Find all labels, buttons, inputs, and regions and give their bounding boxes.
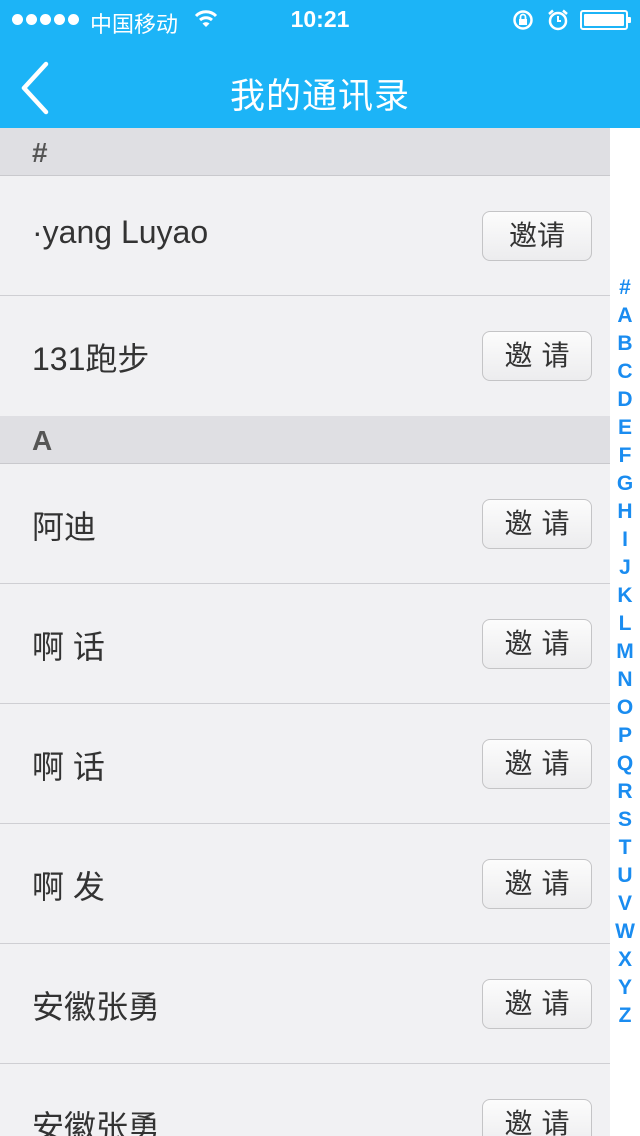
index-letter[interactable]: O (610, 694, 640, 722)
index-letter[interactable]: R (610, 778, 640, 806)
index-letter[interactable]: M (610, 638, 640, 666)
index-letter[interactable]: T (610, 834, 640, 862)
contact-row[interactable]: 啊 话 邀 请 (0, 584, 610, 704)
contact-row[interactable]: 阿迪 邀 请 (0, 464, 610, 584)
contact-name: 阿迪 (32, 509, 97, 545)
index-letter[interactable]: Z (610, 1002, 640, 1030)
alarm-icon (548, 9, 568, 31)
contact-name: 啊 话 (32, 629, 105, 665)
invite-button[interactable]: 邀 请 (482, 859, 592, 909)
index-letter[interactable]: S (610, 806, 640, 834)
index-letter[interactable]: K (610, 582, 640, 610)
index-letter-list[interactable]: # A B C D E F G H I J K L M N O P Q R S T U V W X Y Z (610, 274, 640, 1030)
index-letter[interactable]: # (610, 274, 640, 302)
index-letter[interactable]: C (610, 358, 640, 386)
index-letter[interactable]: F (610, 442, 640, 470)
status-bar: 中国移动 10:21 (0, 0, 640, 40)
invite-button[interactable]: 邀 请 (482, 619, 592, 669)
index-letter[interactable]: L (610, 610, 640, 638)
index-letter[interactable]: Y (610, 974, 640, 1002)
contact-row[interactable]: ·yang Luyao 邀请 (0, 176, 610, 296)
contact-row[interactable]: 131跑步 邀 请 (0, 296, 610, 416)
contact-list[interactable]: # ·yang Luyao 邀请 131跑步 邀 请 A 阿迪 邀 请 啊 话 … (0, 128, 610, 1136)
invite-button[interactable]: 邀 请 (482, 331, 592, 381)
contact-name: 啊 话 (32, 749, 105, 785)
index-letter[interactable]: X (610, 946, 640, 974)
contact-name: 安徽张勇 (32, 1109, 161, 1136)
index-letter[interactable]: I (610, 526, 640, 554)
index-letter[interactable]: J (610, 554, 640, 582)
contact-name: ·yang Luyao (32, 214, 209, 250)
invite-button[interactable]: 邀 请 (482, 1099, 592, 1136)
index-letter[interactable]: A (610, 302, 640, 330)
index-letter[interactable]: D (610, 386, 640, 414)
index-letter[interactable]: H (610, 498, 640, 526)
nav-bar: 中国移动 10:21 我的通讯录 (0, 0, 640, 128)
contact-row[interactable]: 啊 话 邀 请 (0, 704, 610, 824)
rotation-lock-icon (513, 10, 533, 30)
contact-name: 安徽张勇 (32, 989, 161, 1025)
section-header-a: A (0, 416, 610, 464)
contact-name: 啊 发 (32, 869, 105, 905)
status-time: 10:21 (290, 6, 350, 32)
contact-name: 131跑步 (32, 341, 150, 377)
alphabet-index-bar[interactable]: # A B C D E F G H I J K L M N O P Q R S T U V W X Y Z (610, 128, 640, 1136)
index-letter[interactable]: B (610, 330, 640, 358)
invite-button[interactable]: 邀 请 (482, 499, 592, 549)
section-header-hash: # (0, 128, 610, 176)
index-letter[interactable]: G (610, 470, 640, 498)
invite-button[interactable]: 邀 请 (482, 979, 592, 1029)
index-letter[interactable]: V (610, 890, 640, 918)
invite-button[interactable]: 邀请 (482, 211, 592, 261)
index-letter[interactable]: Q (610, 750, 640, 778)
index-letter[interactable]: W (610, 918, 640, 946)
index-letter[interactable]: E (610, 414, 640, 442)
index-letter[interactable]: P (610, 722, 640, 750)
page-title: 我的通讯录 (229, 77, 410, 116)
index-letter[interactable]: U (610, 862, 640, 890)
battery-icon (580, 10, 631, 30)
contact-row[interactable]: 安徽张勇 邀 请 (0, 944, 610, 1064)
index-letter[interactable]: N (610, 666, 640, 694)
contact-row[interactable]: 安徽张勇 邀 请 (0, 1064, 610, 1136)
invite-button[interactable]: 邀 请 (482, 739, 592, 789)
contact-row[interactable]: 啊 发 邀 请 (0, 824, 610, 944)
